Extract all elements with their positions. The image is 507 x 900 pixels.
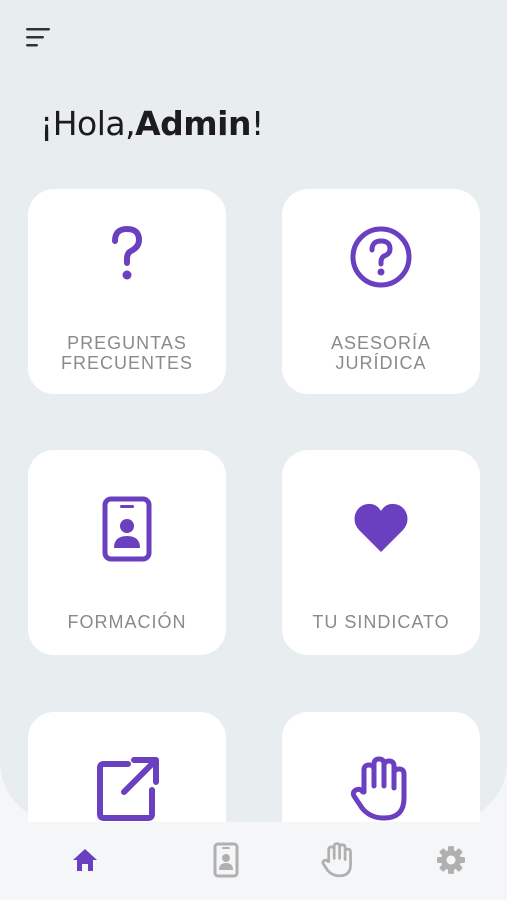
hand-icon: [321, 842, 352, 878]
card-asesoria-juridica[interactable]: ASESORÍA JURÍDICA: [282, 189, 480, 394]
card-label: TU SINDICATO: [312, 612, 450, 632]
bottom-nav: [0, 822, 507, 900]
heart-icon: [282, 502, 480, 554]
hand-icon: [282, 756, 480, 822]
user-name: Admin: [135, 104, 251, 143]
home-icon: [73, 849, 97, 871]
card-hand[interactable]: [282, 712, 480, 822]
card-label: FORMACIÓN: [67, 612, 187, 632]
card-preguntas-frecuentes[interactable]: PREGUNTAS FRECUENTES: [28, 189, 226, 394]
card-label: PREGUNTAS FRECUENTES: [60, 333, 193, 373]
nav-id-badge[interactable]: [206, 840, 246, 880]
external-link-icon: [28, 756, 226, 822]
nav-hand[interactable]: [318, 840, 358, 880]
id-badge-icon: [213, 842, 239, 878]
menu-icon: [26, 28, 50, 47]
id-badge-icon: [28, 496, 226, 562]
greeting-suffix: !: [250, 104, 264, 143]
card-tu-sindicato[interactable]: TU SINDICATO: [282, 450, 480, 655]
nav-settings[interactable]: [431, 840, 471, 880]
card-external-link[interactable]: [28, 712, 226, 822]
greeting-prefix: ¡Hola,: [40, 104, 136, 143]
question-icon: [28, 225, 226, 285]
card-formacion[interactable]: FORMACIÓN: [28, 450, 226, 655]
menu-button[interactable]: [22, 22, 58, 52]
nav-home[interactable]: [65, 840, 105, 880]
greeting: ¡Hola,Admin!: [40, 104, 264, 143]
card-label: ASESORÍA JURÍDICA: [330, 333, 432, 373]
question-circle-icon: [282, 225, 480, 289]
gear-icon: [437, 846, 465, 874]
